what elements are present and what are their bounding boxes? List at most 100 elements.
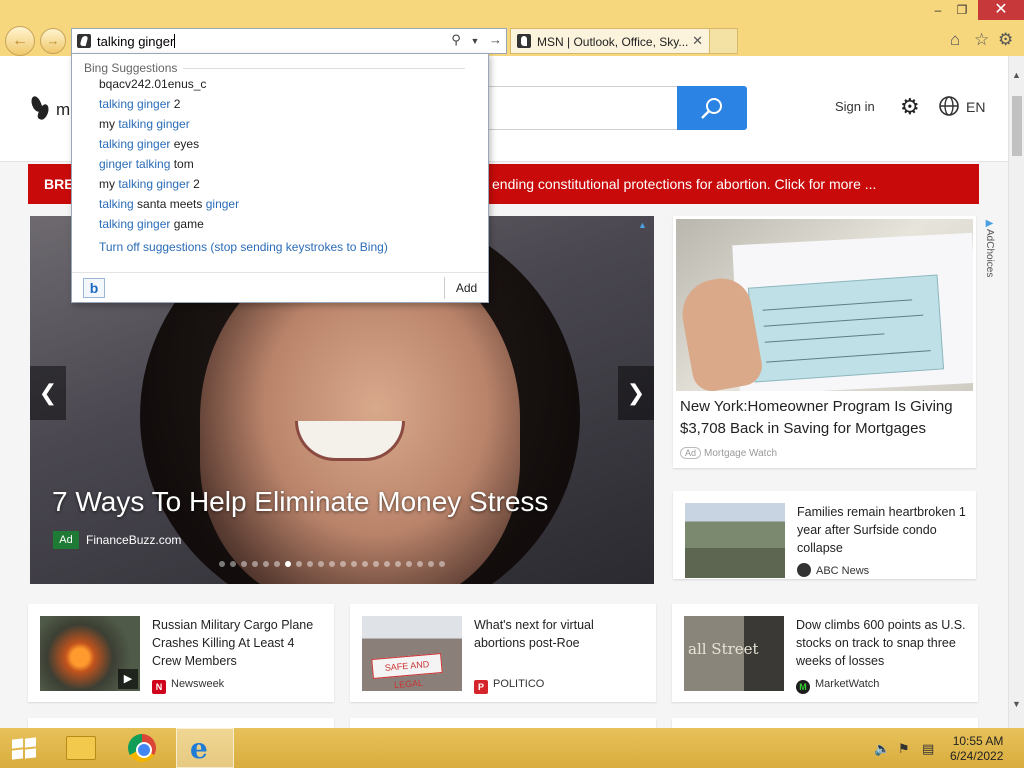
- msn-search-input[interactable]: [470, 86, 680, 130]
- address-bar[interactable]: talking ginger ⚲ ▼ →: [71, 28, 507, 54]
- carousel-dot[interactable]: [395, 561, 401, 567]
- news-card-partial[interactable]: [350, 718, 656, 728]
- carousel-dot[interactable]: [439, 561, 445, 567]
- suggestion-item[interactable]: ginger talking tom: [99, 154, 239, 174]
- settings-gear-icon[interactable]: ⚙: [900, 94, 920, 120]
- carousel-dot[interactable]: [318, 561, 324, 567]
- text-caret: [174, 34, 176, 48]
- suggestion-item[interactable]: my talking ginger: [99, 114, 239, 134]
- news-card-virtual-abortions[interactable]: SAFE AND LEGAL What's next for virtual a…: [350, 604, 656, 702]
- suggestion-item[interactable]: talking ginger 2: [99, 94, 239, 114]
- go-arrow-icon[interactable]: →: [489, 32, 502, 47]
- carousel-dot[interactable]: [329, 561, 335, 567]
- carousel-dot[interactable]: [296, 561, 302, 567]
- carousel-dot[interactable]: [230, 561, 236, 567]
- msn-logo-text[interactable]: m: [56, 100, 70, 120]
- news-card-partial[interactable]: [672, 718, 978, 728]
- file-explorer-icon[interactable]: [66, 736, 96, 760]
- chrome-icon[interactable]: [128, 734, 156, 762]
- forward-button[interactable]: →: [40, 28, 66, 54]
- carousel-dot[interactable]: [274, 561, 280, 567]
- carousel-dot[interactable]: [384, 561, 390, 567]
- bing-icon[interactable]: b: [83, 278, 105, 298]
- news-card-russian-plane[interactable]: ▶ Russian Military Cargo Plane Crashes K…: [28, 604, 334, 702]
- carousel-dot[interactable]: [406, 561, 412, 567]
- carousel-dot[interactable]: [241, 561, 247, 567]
- suggestions-divider: [183, 68, 465, 69]
- ad-card-image: [676, 219, 973, 391]
- add-search-provider-button[interactable]: Add: [444, 277, 488, 299]
- carousel-dot[interactable]: [373, 561, 379, 567]
- news-title[interactable]: Dow climbs 600 points as U.S. stocks on …: [796, 616, 966, 670]
- volume-muted-icon[interactable]: 🔈: [874, 741, 890, 757]
- favorites-star-icon[interactable]: ☆: [974, 30, 989, 50]
- carousel-dot[interactable]: [307, 561, 313, 567]
- settings-gear-icon[interactable]: ⚙: [998, 30, 1013, 50]
- suggestion-item[interactable]: my talking ginger 2: [99, 174, 239, 194]
- search-icon[interactable]: ⚲: [451, 32, 461, 48]
- globe-icon[interactable]: [938, 95, 960, 117]
- address-input[interactable]: talking ginger: [97, 34, 174, 49]
- suggestion-item[interactable]: talking ginger eyes: [99, 134, 239, 154]
- windows-start-icon[interactable]: [12, 737, 38, 760]
- carousel-dot[interactable]: [351, 561, 357, 567]
- news-title[interactable]: Families remain heartbroken 1 year after…: [797, 503, 967, 557]
- carousel-dot[interactable]: [362, 561, 368, 567]
- news-title[interactable]: What's next for virtual abortions post-R…: [474, 616, 644, 652]
- suggestion-item[interactable]: talking santa meets ginger: [99, 194, 239, 214]
- ad-card-title[interactable]: New York:Homeowner Program Is Giving $3,…: [680, 396, 970, 440]
- carousel-dot[interactable]: [263, 561, 269, 567]
- suggestion-text-post: 2: [170, 97, 181, 111]
- suggestion-text-post: game: [170, 217, 204, 231]
- restore-icon[interactable]: ❐: [948, 0, 976, 20]
- carousel-dot[interactable]: [417, 561, 423, 567]
- carousel-dot[interactable]: [285, 561, 291, 567]
- news-source: N Newsweek: [152, 678, 224, 694]
- breaking-text[interactable]: ending constitutional protections for ab…: [492, 176, 876, 192]
- breaking-label: BRE: [44, 176, 74, 192]
- carousel-prev-button[interactable]: ❮: [30, 366, 66, 420]
- ad-badge: Ad: [53, 531, 79, 549]
- suggestion-text-post: tom: [170, 157, 194, 171]
- news-title[interactable]: Russian Military Cargo Plane Crashes Kil…: [152, 616, 322, 670]
- ad-card[interactable]: New York:Homeowner Program Is Giving $3,…: [673, 216, 976, 468]
- news-card-dow[interactable]: all Street Dow climbs 600 points as U.S.…: [672, 604, 978, 702]
- abc-news-icon: [797, 563, 811, 577]
- tab-close-icon[interactable]: ✕: [692, 33, 703, 49]
- internet-explorer-icon[interactable]: e: [190, 732, 208, 765]
- network-icon[interactable]: ▤: [922, 741, 934, 757]
- home-icon[interactable]: ⌂: [950, 30, 960, 50]
- scroll-down-arrow-icon[interactable]: ▼: [1012, 699, 1021, 709]
- new-tab-button[interactable]: [710, 28, 738, 54]
- carousel-dot[interactable]: [219, 561, 225, 567]
- dropdown-arrow-icon[interactable]: ▼: [470, 36, 479, 46]
- hero-headline[interactable]: 7 Ways To Help Eliminate Money Stress: [52, 486, 548, 518]
- carousel-dot[interactable]: [252, 561, 258, 567]
- tab-msn[interactable]: MSN | Outlook, Office, Sky... ✕: [510, 28, 710, 54]
- carousel-dot[interactable]: [340, 561, 346, 567]
- action-center-flag-icon[interactable]: ⚑: [898, 741, 910, 757]
- news-source: ABC News: [797, 563, 869, 577]
- video-play-icon[interactable]: ▶: [118, 669, 138, 689]
- page-scrollbar[interactable]: ▲ ▼: [1008, 56, 1024, 728]
- system-clock[interactable]: 10:55 AM 6/24/2022: [950, 734, 1003, 764]
- msn-butterfly-logo-icon[interactable]: [30, 96, 50, 122]
- scroll-up-arrow-icon[interactable]: ▲: [1012, 70, 1021, 80]
- msn-search-button[interactable]: [677, 86, 747, 130]
- suggestion-item[interactable]: bqacv242.01enus_c: [99, 74, 239, 94]
- adchoices-triangle-icon[interactable]: ▲: [638, 220, 647, 230]
- ad-sponsor: Ad Mortgage Watch: [680, 447, 777, 459]
- suggestion-item[interactable]: talking ginger game: [99, 214, 239, 234]
- carousel-next-button[interactable]: ❯: [618, 366, 654, 420]
- politico-icon: P: [474, 680, 488, 694]
- adchoices-link[interactable]: ▶AdChoices: [979, 218, 995, 277]
- back-button[interactable]: ←: [5, 26, 35, 56]
- carousel-dot[interactable]: [428, 561, 434, 567]
- language-selector[interactable]: EN: [966, 99, 985, 115]
- sign-in-link[interactable]: Sign in: [835, 99, 875, 114]
- close-icon[interactable]: ✕: [978, 0, 1024, 20]
- scrollbar-thumb[interactable]: [1012, 96, 1022, 156]
- news-card-families[interactable]: Families remain heartbroken 1 year after…: [673, 491, 976, 579]
- turn-off-suggestions-link[interactable]: Turn off suggestions (stop sending keyst…: [99, 240, 388, 254]
- news-card-partial[interactable]: [28, 718, 334, 728]
